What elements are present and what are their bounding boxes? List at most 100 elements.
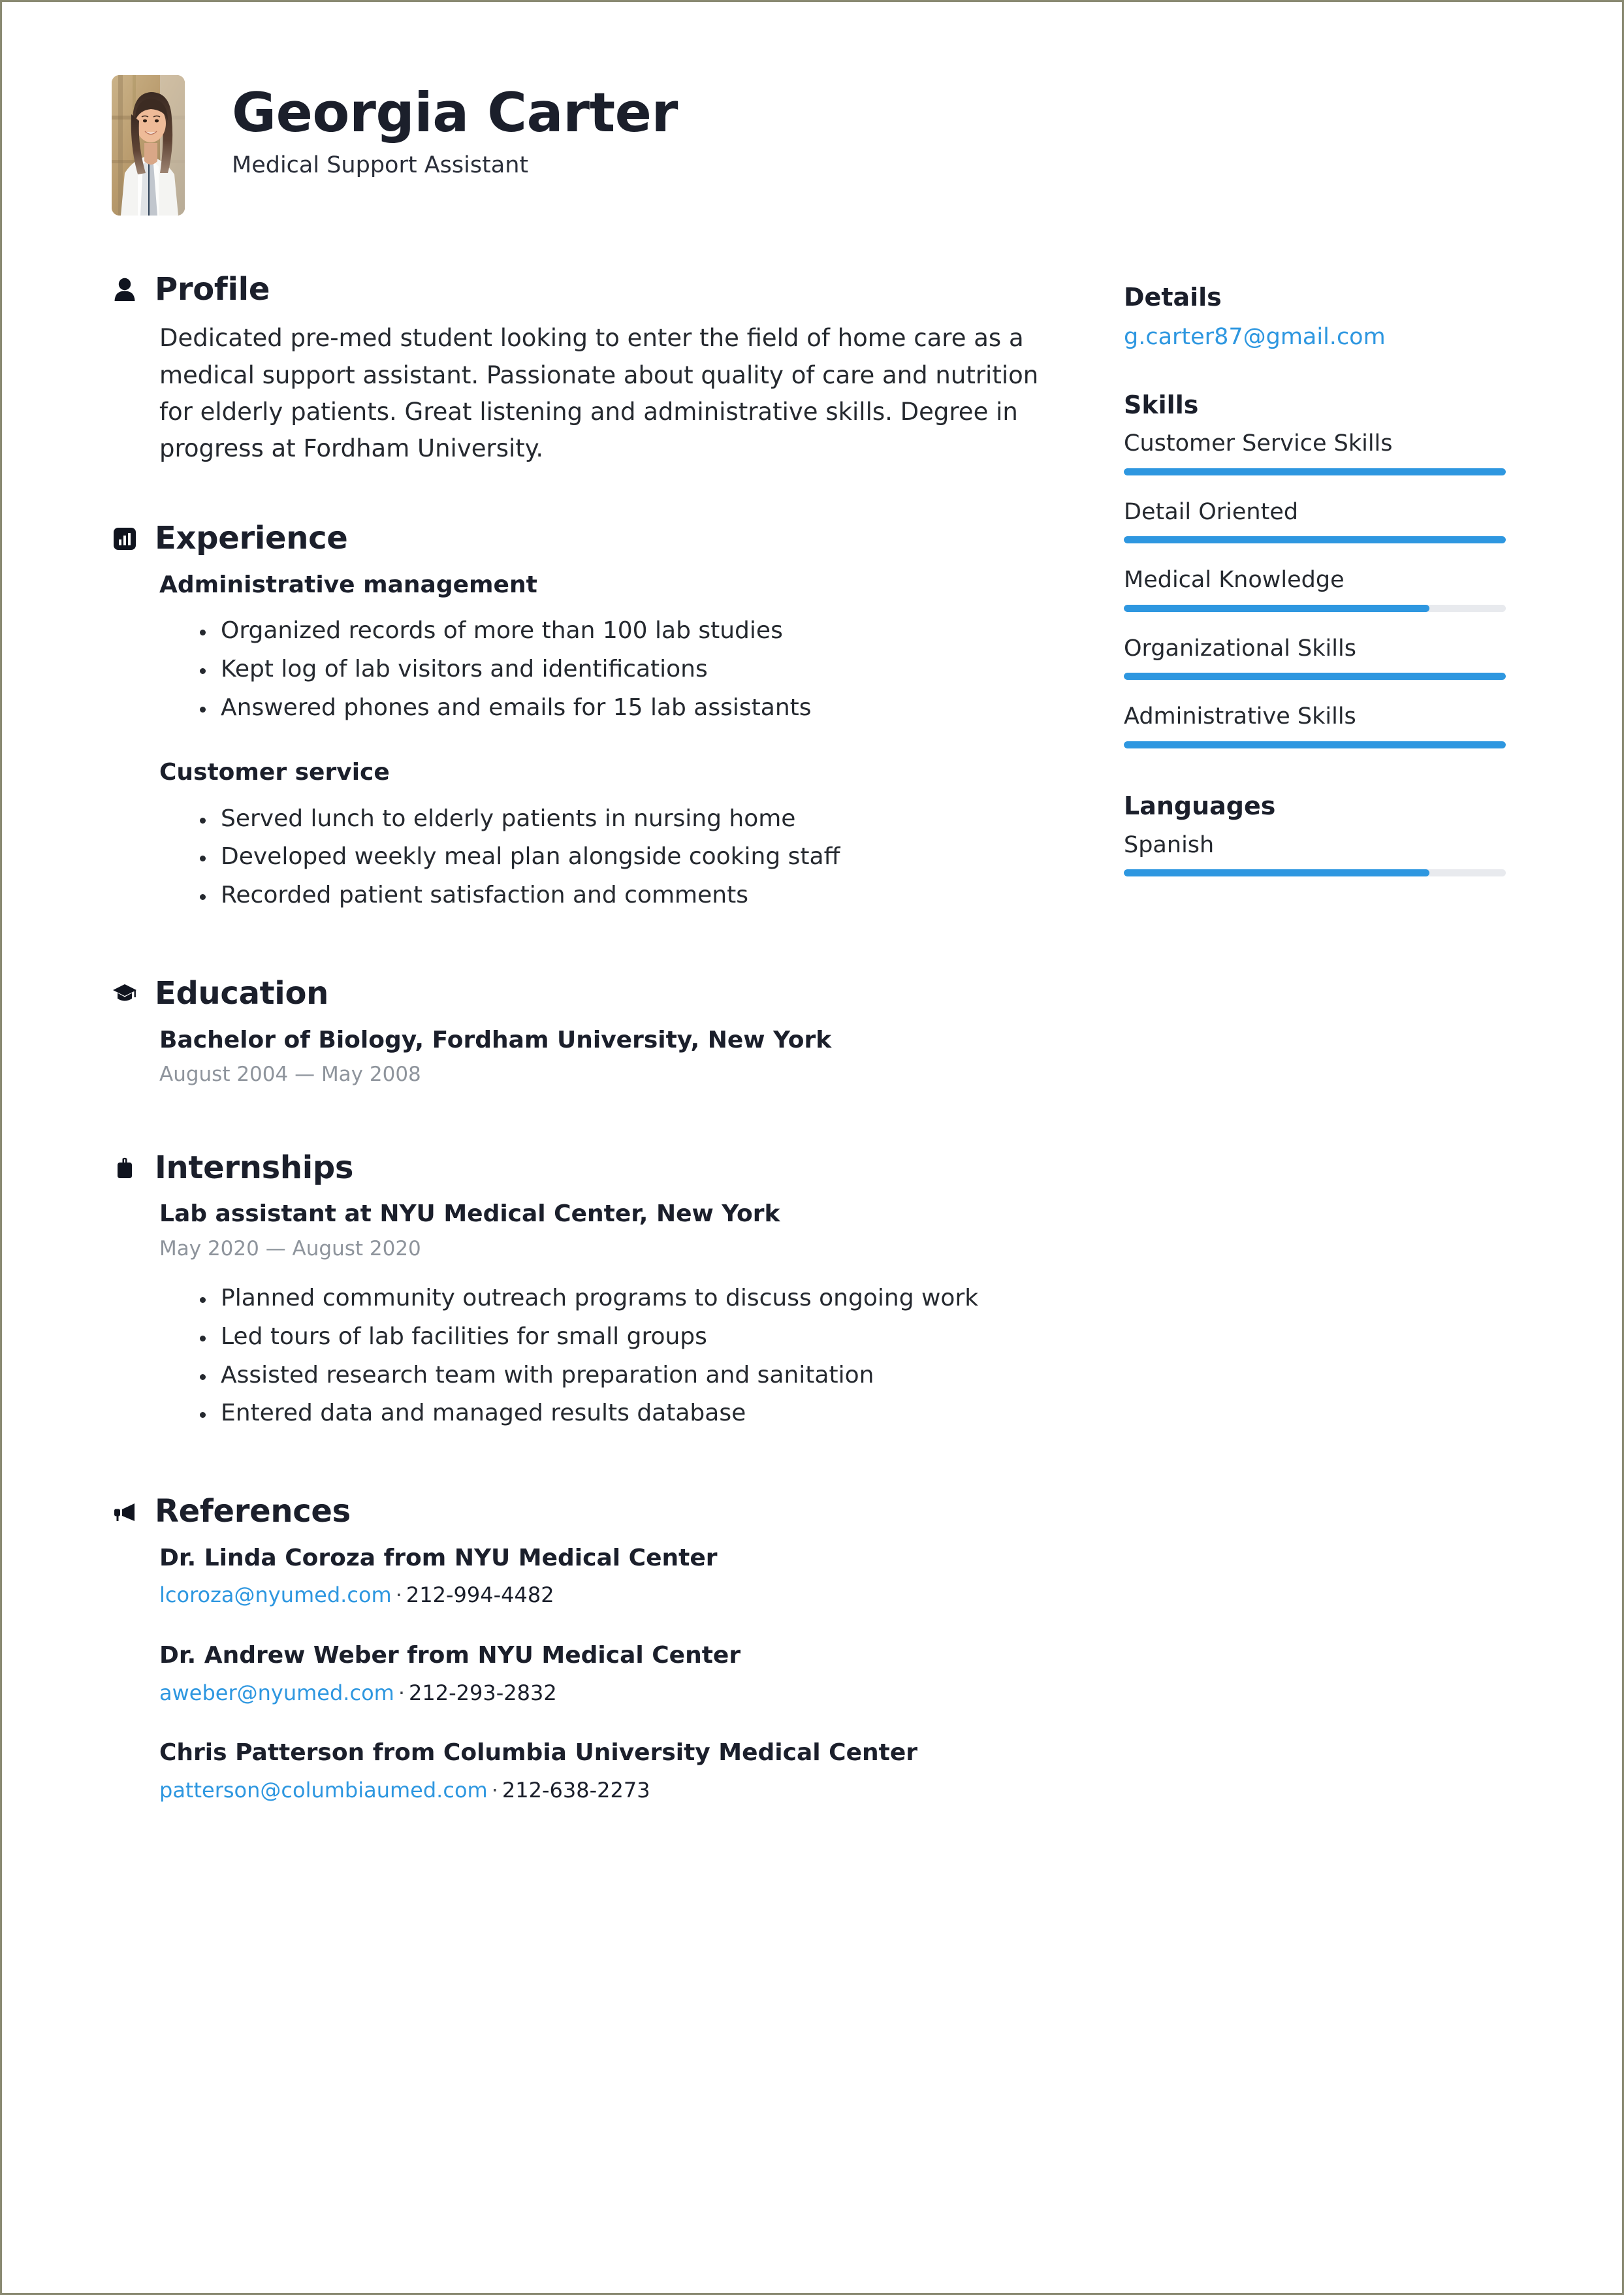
section-heading-internships: Internships: [112, 1151, 1045, 1184]
reference-phone: 212-994-4482: [406, 1582, 554, 1608]
section-references: References Dr. Linda Coroza from NYU Med…: [112, 1495, 1045, 1805]
internship-entry: Lab assistant at NYU Medical Center, New…: [159, 1198, 1045, 1432]
job-title: Medical Support Assistant: [232, 152, 529, 178]
reference-contact: lcoroza@nyumed.com · 212-994-4482: [159, 1581, 1045, 1610]
skill-item: Administrative Skills: [1124, 702, 1509, 748]
reference-entry: Dr. Andrew Weber from NYU Medical Center…: [159, 1640, 1045, 1707]
skill-label: Organizational Skills: [1124, 635, 1356, 662]
section-title-internships: Internships: [155, 1149, 354, 1186]
resume-page: Georgia Carter Medical Support Assistant…: [0, 0, 1624, 2295]
reference-contact: patterson@columbiaumed.com · 212-638-2273: [159, 1776, 1045, 1805]
sidebar: Details g.carter87@gmail.com Skills Cust…: [1124, 283, 1509, 877]
reference-phone: 212-638-2273: [502, 1778, 650, 1803]
section-profile: Profile Dedicated pre-med student lookin…: [112, 273, 1045, 467]
reference-name: Dr. Andrew Weber from NYU Medical Center: [159, 1642, 741, 1669]
language-item: Spanish: [1124, 831, 1509, 877]
skill-item: Customer Service Skills: [1124, 429, 1509, 475]
name-block: Georgia Carter Medical Support Assistant: [232, 75, 678, 178]
list-item: Answered phones and emails for 15 lab as…: [197, 690, 1045, 727]
skill-bar-fill: [1124, 468, 1506, 475]
skill-bar-fill: [1124, 673, 1506, 681]
sidebar-section-skills: Skills Customer Service Skills Detail Or…: [1124, 391, 1509, 748]
avatar: [112, 75, 185, 216]
profile-text: Dedicated pre-med student looking to ent…: [159, 324, 1039, 463]
skill-item: Medical Knowledge: [1124, 566, 1509, 612]
skill-label: Detail Oriented: [1124, 498, 1299, 525]
reference-name: Chris Patterson from Columbia University…: [159, 1739, 917, 1767]
language-bar-track: [1124, 869, 1506, 877]
internship-bullet-list: Planned community outreach programs to d…: [159, 1280, 1045, 1433]
list-item: Entered data and managed results databas…: [197, 1395, 1045, 1432]
avatar-photo-icon: [112, 75, 185, 216]
person-icon: [112, 276, 138, 302]
skill-bar-track: [1124, 604, 1506, 612]
main-column: Profile Dedicated pre-med student lookin…: [112, 273, 1045, 1805]
list-item: Kept log of lab visitors and identificat…: [197, 651, 1045, 688]
language-label: Spanish: [1124, 831, 1215, 858]
experience-bullet-list: Organized records of more than 100 lab s…: [159, 613, 1045, 727]
section-education: Education Bachelor of Biology, Fordham U…: [112, 977, 1045, 1089]
skill-label: Medical Knowledge: [1124, 567, 1345, 594]
page-title: Georgia Carter: [232, 81, 678, 144]
skill-bar-track: [1124, 536, 1506, 544]
skill-bar-fill: [1124, 536, 1506, 544]
section-experience: Experience Administrative management Org…: [112, 522, 1045, 914]
sidebar-title-languages: Languages: [1124, 791, 1276, 820]
experience-entry: Administrative management Organized reco…: [159, 570, 1045, 727]
section-title-experience: Experience: [155, 520, 348, 557]
graduation-cap-icon: [112, 980, 138, 1006]
email-link[interactable]: g.carter87@gmail.com: [1124, 322, 1386, 353]
reference-entry: Dr. Linda Coroza from NYU Medical Center…: [159, 1543, 1045, 1610]
resume-header: Georgia Carter Medical Support Assistant: [112, 75, 678, 216]
sidebar-title-skills: Skills: [1124, 390, 1199, 419]
reference-separator: ·: [395, 1582, 402, 1608]
reference-entry: Chris Patterson from Columbia University…: [159, 1737, 1045, 1805]
reference-contact: aweber@nyumed.com · 212-293-2832: [159, 1678, 1045, 1708]
skill-label: Customer Service Skills: [1124, 430, 1393, 457]
list-item: Recorded patient satisfaction and commen…: [197, 877, 1045, 914]
reference-email-link[interactable]: aweber@nyumed.com: [159, 1680, 394, 1705]
resume-sheet: Georgia Carter Medical Support Assistant…: [2, 2, 1622, 2293]
section-heading-education: Education: [112, 977, 1045, 1010]
reference-phone: 212-293-2832: [408, 1680, 557, 1705]
sidebar-section-details: Details g.carter87@gmail.com: [1124, 283, 1509, 353]
section-title-profile: Profile: [155, 271, 270, 308]
education-entry: Bachelor of Biology, Fordham University,…: [159, 1025, 1045, 1089]
internship-entry-date: May 2020 — August 2020: [159, 1236, 421, 1260]
skill-bar-track: [1124, 741, 1506, 748]
reference-email-link[interactable]: lcoroza@nyumed.com: [159, 1582, 392, 1607]
section-heading-experience: Experience: [112, 520, 1045, 557]
reference-separator: ·: [491, 1778, 498, 1803]
skill-item: Organizational Skills: [1124, 634, 1509, 681]
education-entry-title: Bachelor of Biology, Fordham University,…: [159, 1026, 832, 1053]
section-heading-profile: Profile: [112, 273, 1045, 306]
skill-label: Administrative Skills: [1124, 703, 1356, 730]
reference-name: Dr. Linda Coroza from NYU Medical Center: [159, 1544, 718, 1571]
briefcase-icon: [112, 1155, 138, 1181]
internship-entry-title: Lab assistant at NYU Medical Center, New…: [159, 1200, 780, 1228]
skill-bar-track: [1124, 468, 1506, 475]
section-title-references: References: [155, 1493, 351, 1530]
skill-item: Detail Oriented: [1124, 498, 1509, 544]
megaphone-icon: [112, 1499, 138, 1525]
list-item: Organized records of more than 100 lab s…: [197, 613, 1045, 650]
experience-entry-title: Administrative management: [159, 571, 537, 598]
list-item: Served lunch to elderly patients in nurs…: [197, 801, 1045, 838]
reference-email-link[interactable]: patterson@columbiaumed.com: [159, 1778, 488, 1803]
skill-bar-fill: [1124, 604, 1429, 612]
section-title-education: Education: [155, 975, 329, 1012]
list-item: Planned community outreach programs to d…: [197, 1280, 1045, 1317]
skill-bar-fill: [1124, 741, 1506, 748]
sidebar-title-details: Details: [1124, 283, 1222, 312]
education-entry-date: August 2004 — May 2008: [159, 1063, 421, 1087]
experience-entry-title: Customer service: [159, 758, 390, 786]
section-internships: Internships Lab assistant at NYU Medical…: [112, 1151, 1045, 1432]
skill-bar-track: [1124, 673, 1506, 681]
reference-separator: ·: [398, 1680, 405, 1705]
experience-bullet-list: Served lunch to elderly patients in nurs…: [159, 801, 1045, 915]
bar-chart-icon: [112, 526, 138, 552]
experience-entry: Customer service Served lunch to elderly…: [159, 757, 1045, 914]
list-item: Led tours of lab facilities for small gr…: [197, 1319, 1045, 1356]
section-heading-references: References: [112, 1495, 1045, 1528]
list-item: Developed weekly meal plan alongside coo…: [197, 839, 1045, 876]
